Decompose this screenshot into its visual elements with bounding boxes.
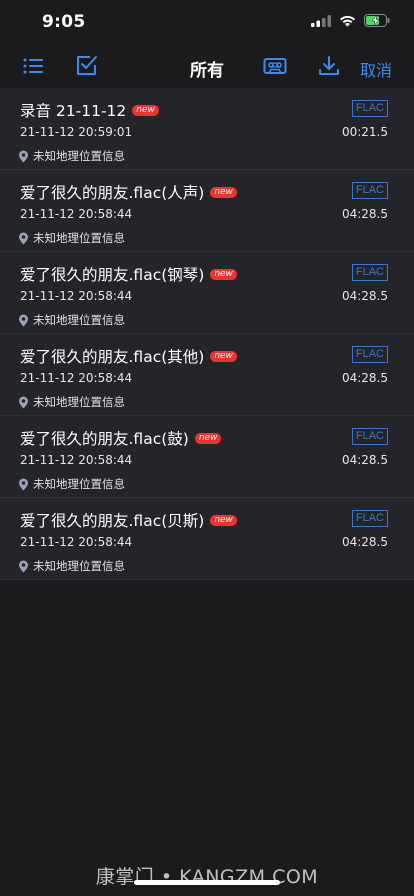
- new-badge: new: [210, 350, 237, 362]
- location-pin-icon: [19, 560, 28, 572]
- recording-name: 爱了很久的朋友.flac(鼓) new: [20, 427, 222, 449]
- format-tag: FLAC: [351, 100, 388, 117]
- new-badge: new: [132, 104, 159, 116]
- location-pin-icon: [19, 478, 28, 490]
- cassette-icon[interactable]: [263, 54, 287, 78]
- signal-icon: [311, 14, 331, 27]
- recording-list: 录音 21-11-12 new FLAC 21-11-12 20:59:01 00…: [0, 88, 414, 580]
- recording-row[interactable]: 爱了很久的朋友.flac(其他) new FLAC 21-11-12 20:58:…: [0, 334, 414, 416]
- format-tag: FLAC: [351, 346, 388, 363]
- recording-date: 21-11-12 20:58:44: [20, 289, 133, 303]
- recording-row[interactable]: 爱了很久的朋友.flac(鼓) new FLAC 21-11-12 20:58:4…: [0, 416, 414, 498]
- recording-row[interactable]: 爱了很久的朋友.flac(贝斯) new FLAC 21-11-12 20:58:…: [0, 498, 414, 580]
- recording-duration: 00:21.5: [341, 125, 388, 139]
- recording-duration: 04:28.5: [341, 453, 388, 467]
- recording-row[interactable]: 爱了很久的朋友.flac(钢琴) new FLAC 21-11-12 20:58:…: [0, 252, 414, 334]
- new-badge: new: [210, 514, 237, 526]
- location-pin-icon: [19, 314, 28, 326]
- status-icons: [311, 14, 390, 27]
- format-tag: FLAC: [351, 182, 388, 199]
- recording-location: 未知地理位置信息: [18, 148, 125, 164]
- recording-location: 未知地理位置信息: [18, 558, 125, 574]
- format-tag: FLAC: [351, 510, 388, 527]
- recording-date: 21-11-12 20:58:44: [20, 535, 133, 549]
- recording-location: 未知地理位置信息: [18, 230, 125, 246]
- location-pin-icon: [19, 232, 28, 244]
- location-pin-icon: [19, 150, 28, 162]
- format-tag: FLAC: [351, 264, 388, 281]
- recording-date: 21-11-12 20:58:44: [20, 371, 133, 385]
- recording-date: 21-11-12 20:59:01: [20, 125, 133, 139]
- recording-duration: 04:28.5: [341, 289, 388, 303]
- recording-location: 未知地理位置信息: [18, 312, 125, 328]
- cancel-button[interactable]: 取消: [360, 57, 392, 81]
- recording-name: 爱了很久的朋友.flac(钢琴) new: [20, 263, 237, 285]
- recording-name: 爱了很久的朋友.flac(其他) new: [20, 345, 237, 367]
- recording-duration: 04:28.5: [341, 371, 388, 385]
- recording-location: 未知地理位置信息: [18, 476, 125, 492]
- recording-duration: 04:28.5: [341, 535, 388, 549]
- page-title: 所有: [190, 61, 224, 81]
- new-badge: new: [194, 432, 222, 444]
- download-icon[interactable]: [317, 54, 341, 78]
- new-badge: new: [210, 186, 237, 198]
- new-badge: new: [210, 268, 237, 280]
- status-time: 9:05: [42, 12, 86, 32]
- recording-name: 爱了很久的朋友.flac(人声) new: [20, 181, 237, 203]
- status-bar: 9:05: [0, 0, 414, 44]
- recording-date: 21-11-12 20:58:44: [20, 453, 133, 467]
- toolbar: 所有 取消: [0, 44, 414, 88]
- location-pin-icon: [19, 396, 28, 408]
- format-tag: FLAC: [351, 428, 388, 445]
- recording-location: 未知地理位置信息: [18, 394, 125, 410]
- recording-row[interactable]: 爱了很久的朋友.flac(人声) new FLAC 21-11-12 20:58:…: [0, 170, 414, 252]
- battery-charging-icon: [364, 14, 390, 27]
- recording-name: 爱了很久的朋友.flac(贝斯) new: [20, 509, 237, 531]
- recording-row[interactable]: 录音 21-11-12 new FLAC 21-11-12 20:59:01 00…: [0, 88, 414, 170]
- wifi-icon: [340, 15, 355, 26]
- recording-date: 21-11-12 20:58:44: [20, 207, 133, 221]
- home-indicator[interactable]: [134, 880, 280, 885]
- recording-duration: 04:28.5: [341, 207, 388, 221]
- recording-name: 录音 21-11-12 new: [20, 99, 159, 121]
